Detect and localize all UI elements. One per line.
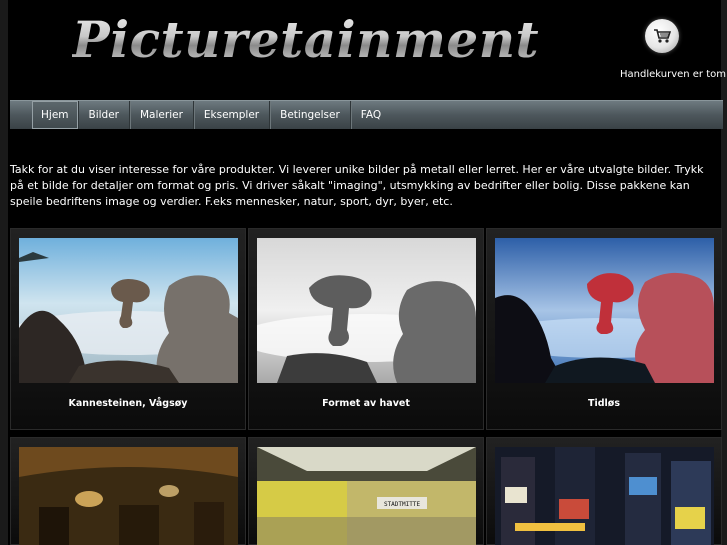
gallery-item[interactable]: STADTMITTE bbox=[248, 437, 484, 545]
main-nav: Hjem Bilder Malerier Eksempler Betingels… bbox=[10, 100, 723, 129]
gallery-photo[interactable] bbox=[19, 238, 238, 383]
gallery-photo[interactable]: STADTMITTE bbox=[257, 447, 476, 545]
shopping-cart-icon bbox=[654, 29, 671, 43]
nav-item-malerier[interactable]: Malerier bbox=[130, 101, 194, 129]
intro-text: Takk for at du viser interesse for våre … bbox=[10, 163, 704, 208]
nav-item-eksempler[interactable]: Eksempler bbox=[194, 101, 271, 129]
gallery-photo[interactable] bbox=[495, 238, 714, 383]
site-logo[interactable]: Picturetainment bbox=[72, 10, 539, 69]
nav-item-betingelser[interactable]: Betingelser bbox=[270, 101, 351, 129]
gallery-caption[interactable]: Formet av havet bbox=[248, 398, 484, 409]
nav-item-faq[interactable]: FAQ bbox=[351, 101, 391, 129]
nav-item-bilder[interactable]: Bilder bbox=[79, 101, 130, 129]
gallery-item[interactable] bbox=[486, 437, 722, 545]
gallery-photo[interactable] bbox=[495, 447, 714, 545]
cart-status[interactable]: Handlekurven er tom bbox=[620, 69, 726, 80]
gallery-photo[interactable] bbox=[257, 238, 476, 383]
gallery-photo[interactable] bbox=[19, 447, 238, 545]
page-frame-left bbox=[0, 0, 8, 545]
gallery-item[interactable] bbox=[10, 437, 246, 545]
nav-item-hjem[interactable]: Hjem bbox=[32, 101, 79, 129]
cart-button[interactable] bbox=[645, 19, 679, 53]
gallery-caption[interactable]: Tidløs bbox=[486, 398, 722, 409]
gallery-item[interactable]: Kannesteinen, Vågsøy bbox=[10, 228, 246, 430]
station-sign-text: STADTMITTE bbox=[384, 501, 421, 508]
gallery-item[interactable]: Formet av havet bbox=[248, 228, 484, 430]
gallery-caption[interactable]: Kannesteinen, Vågsøy bbox=[10, 398, 246, 409]
gallery-item[interactable]: Tidløs bbox=[486, 228, 722, 430]
